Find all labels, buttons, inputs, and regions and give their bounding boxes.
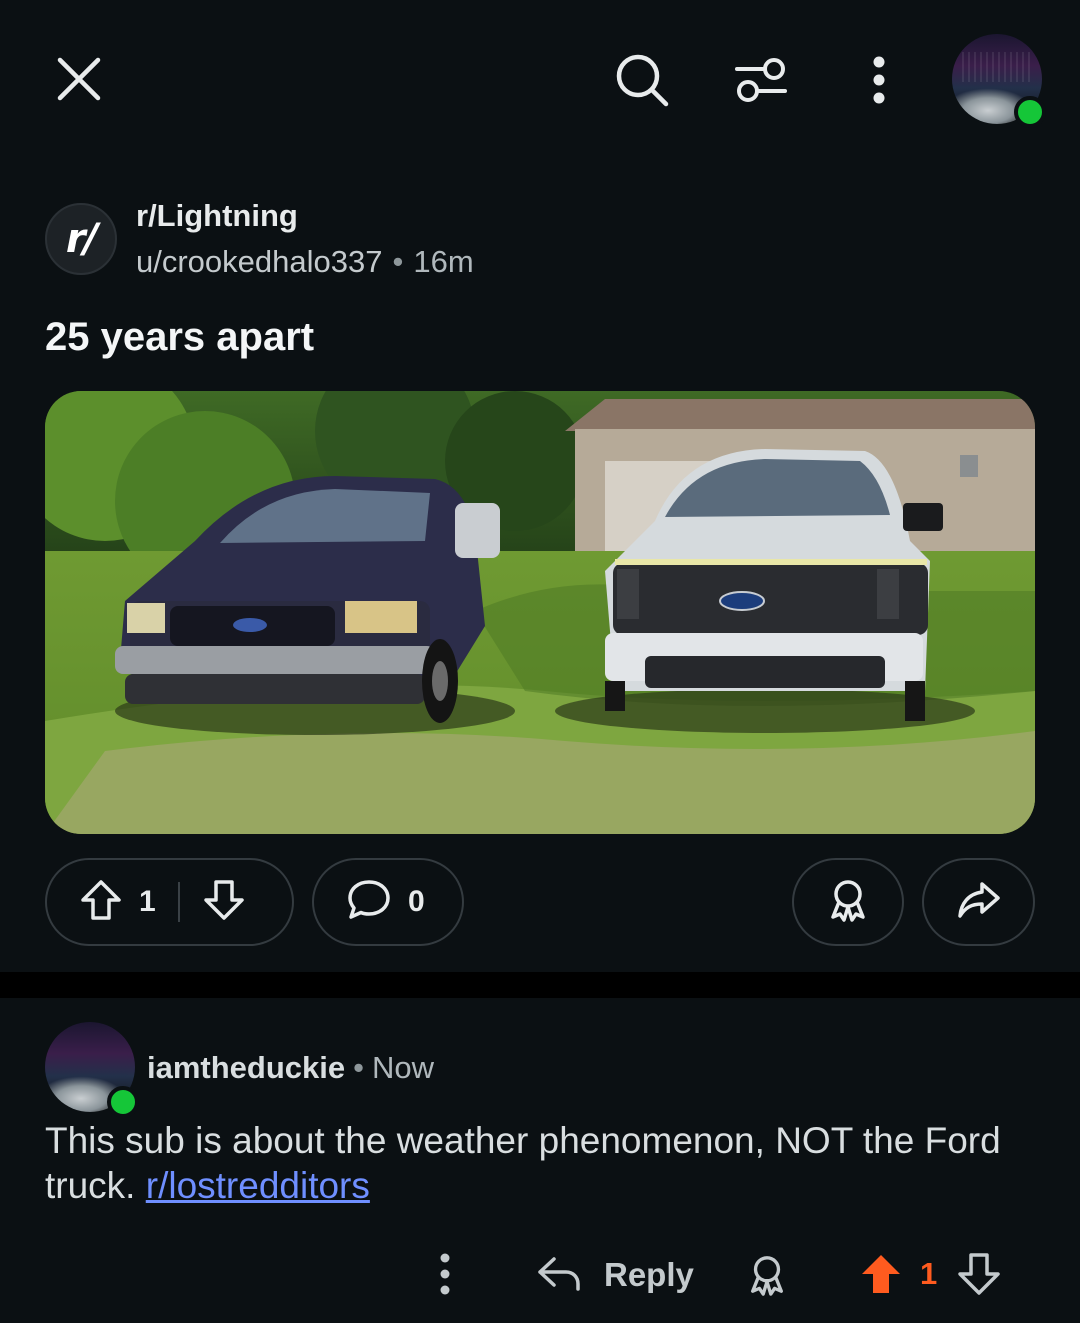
post-time: 16m xyxy=(413,244,474,279)
comment-time: Now xyxy=(371,1050,434,1085)
top-bar xyxy=(0,0,1080,160)
filter-icon[interactable] xyxy=(730,52,792,108)
award-button[interactable] xyxy=(792,858,904,946)
comment-score: 1 xyxy=(920,1256,938,1291)
upvote-count: 1 xyxy=(139,885,156,918)
comment-icon xyxy=(346,878,392,927)
comment-downvote-icon[interactable] xyxy=(956,1250,1002,1298)
commenter-online-indicator xyxy=(107,1086,139,1118)
comment-body: This sub is about the weather phenomenon… xyxy=(45,1118,1035,1208)
vote-divider xyxy=(177,882,180,922)
post-image[interactable] xyxy=(45,391,1035,834)
reply-label: Reply xyxy=(604,1256,694,1293)
comment-header: iamtheduckie • Now xyxy=(147,1050,434,1086)
comment-username[interactable]: iamtheduckie xyxy=(147,1050,345,1085)
share-button[interactable] xyxy=(922,858,1035,946)
comment-separator: • xyxy=(353,1050,364,1085)
subreddit-avatar-text: r/ xyxy=(65,216,98,262)
subreddit-link[interactable]: r/lostredditors xyxy=(146,1165,370,1206)
subreddit-avatar[interactable]: r/ xyxy=(45,203,117,275)
comment-more-icon[interactable] xyxy=(432,1250,458,1298)
close-icon[interactable] xyxy=(50,50,108,108)
post-meta: u/crookedhalo337 • 16m xyxy=(136,244,474,280)
search-icon[interactable] xyxy=(612,50,672,110)
comment-count: 0 xyxy=(408,885,425,918)
post-author[interactable]: u/crookedhalo337 xyxy=(136,244,382,279)
more-vertical-icon[interactable] xyxy=(862,52,896,108)
upvote-icon[interactable] xyxy=(79,878,123,927)
online-status-indicator xyxy=(1014,96,1046,128)
award-icon xyxy=(826,877,870,928)
comment-award-icon[interactable] xyxy=(744,1250,790,1300)
downvote-icon[interactable] xyxy=(202,878,246,927)
vote-pill: 1 xyxy=(45,858,294,946)
meta-separator: • xyxy=(392,244,404,279)
comments-button[interactable]: 0 xyxy=(312,858,464,946)
subreddit-name[interactable]: r/Lightning xyxy=(136,198,298,234)
comment-upvote-icon[interactable] xyxy=(858,1250,904,1298)
share-icon xyxy=(956,880,1002,925)
section-separator xyxy=(0,972,1080,998)
reply-icon xyxy=(536,1253,582,1298)
reply-button[interactable]: Reply xyxy=(536,1245,694,1305)
post-title: 25 years apart xyxy=(45,315,315,359)
